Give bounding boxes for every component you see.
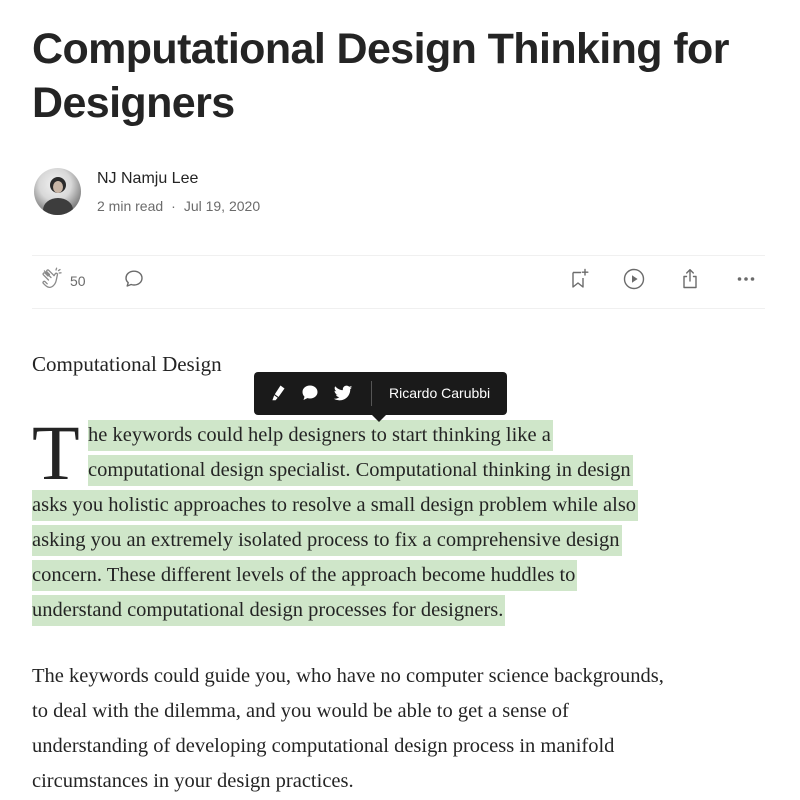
clap-button[interactable]: 50 [40, 267, 86, 296]
author-name[interactable]: NJ Namju Lee [97, 170, 198, 188]
tooltip-divider [371, 381, 372, 406]
paragraph-line: understanding of developing computationa… [32, 735, 615, 757]
comment-icon [122, 267, 146, 296]
bookmark-icon [567, 267, 591, 296]
listen-button[interactable] [622, 268, 646, 294]
meta-separator: · [171, 198, 176, 214]
share-icon [678, 267, 702, 296]
paragraph-line: The keywords could guide you, who have n… [32, 665, 664, 687]
paragraph-line: he keywords could help designers to star… [32, 418, 772, 453]
highlighted-text[interactable]: understand computational design processe… [32, 595, 506, 626]
paragraph-line: understand computational design processe… [32, 593, 772, 628]
article-page: Computational Design Thinking for Design… [0, 0, 800, 800]
paragraph-line: circumstances in your design practices. [32, 770, 354, 792]
more-icon [734, 267, 758, 296]
highlighted-text[interactable]: concern. These different levels of the a… [32, 560, 578, 591]
more-options-button[interactable] [734, 268, 758, 294]
comment-button[interactable] [122, 268, 146, 294]
body-paragraph: The keywords could guide you, who have n… [32, 659, 772, 799]
highlighter-name[interactable]: Ricardo Carubbi [389, 385, 490, 401]
article-meta: 2 min read · Jul 19, 2020 [97, 198, 260, 214]
highlighted-text[interactable]: computational design specialist. Computa… [88, 455, 633, 486]
author-avatar[interactable] [34, 168, 81, 215]
highlighted-text[interactable]: he keywords could help designers to star… [88, 420, 553, 451]
paragraph-line: asks you holistic approaches to resolve … [32, 488, 772, 523]
article-subtitle: Computational Design [32, 352, 222, 376]
paragraph-line: computational design specialist. Computa… [32, 453, 772, 488]
highlighted-text[interactable]: asks you holistic approaches to resolve … [32, 490, 639, 521]
highlight-pen-icon[interactable] [268, 382, 290, 404]
twitter-icon[interactable] [332, 382, 354, 404]
author-block: NJ Namju Lee 2 min read · Jul 19, 2020 [32, 166, 452, 218]
read-time: 2 min read [97, 198, 164, 214]
highlight-tooltip: Ricardo Carubbi [254, 372, 507, 422]
respond-icon[interactable] [299, 382, 321, 404]
share-button[interactable] [678, 268, 702, 294]
paragraph-line: asking you an extremely isolated process… [32, 523, 772, 558]
clap-count: 50 [70, 273, 86, 289]
paragraph-line: concern. These different levels of the a… [32, 558, 772, 593]
article-action-bar: 50 [32, 255, 765, 309]
paragraph-line: to deal with the dilemma, and you would … [32, 700, 569, 722]
clap-icon [40, 267, 64, 296]
publish-date: Jul 19, 2020 [183, 198, 261, 214]
play-icon [622, 267, 646, 296]
article-title: Computational Design Thinking for Design… [32, 25, 729, 127]
highlighted-text[interactable]: asking you an extremely isolated process… [32, 525, 622, 556]
bookmark-button[interactable] [567, 268, 591, 294]
highlighted-paragraph[interactable]: he keywords could help designers to star… [32, 418, 772, 628]
